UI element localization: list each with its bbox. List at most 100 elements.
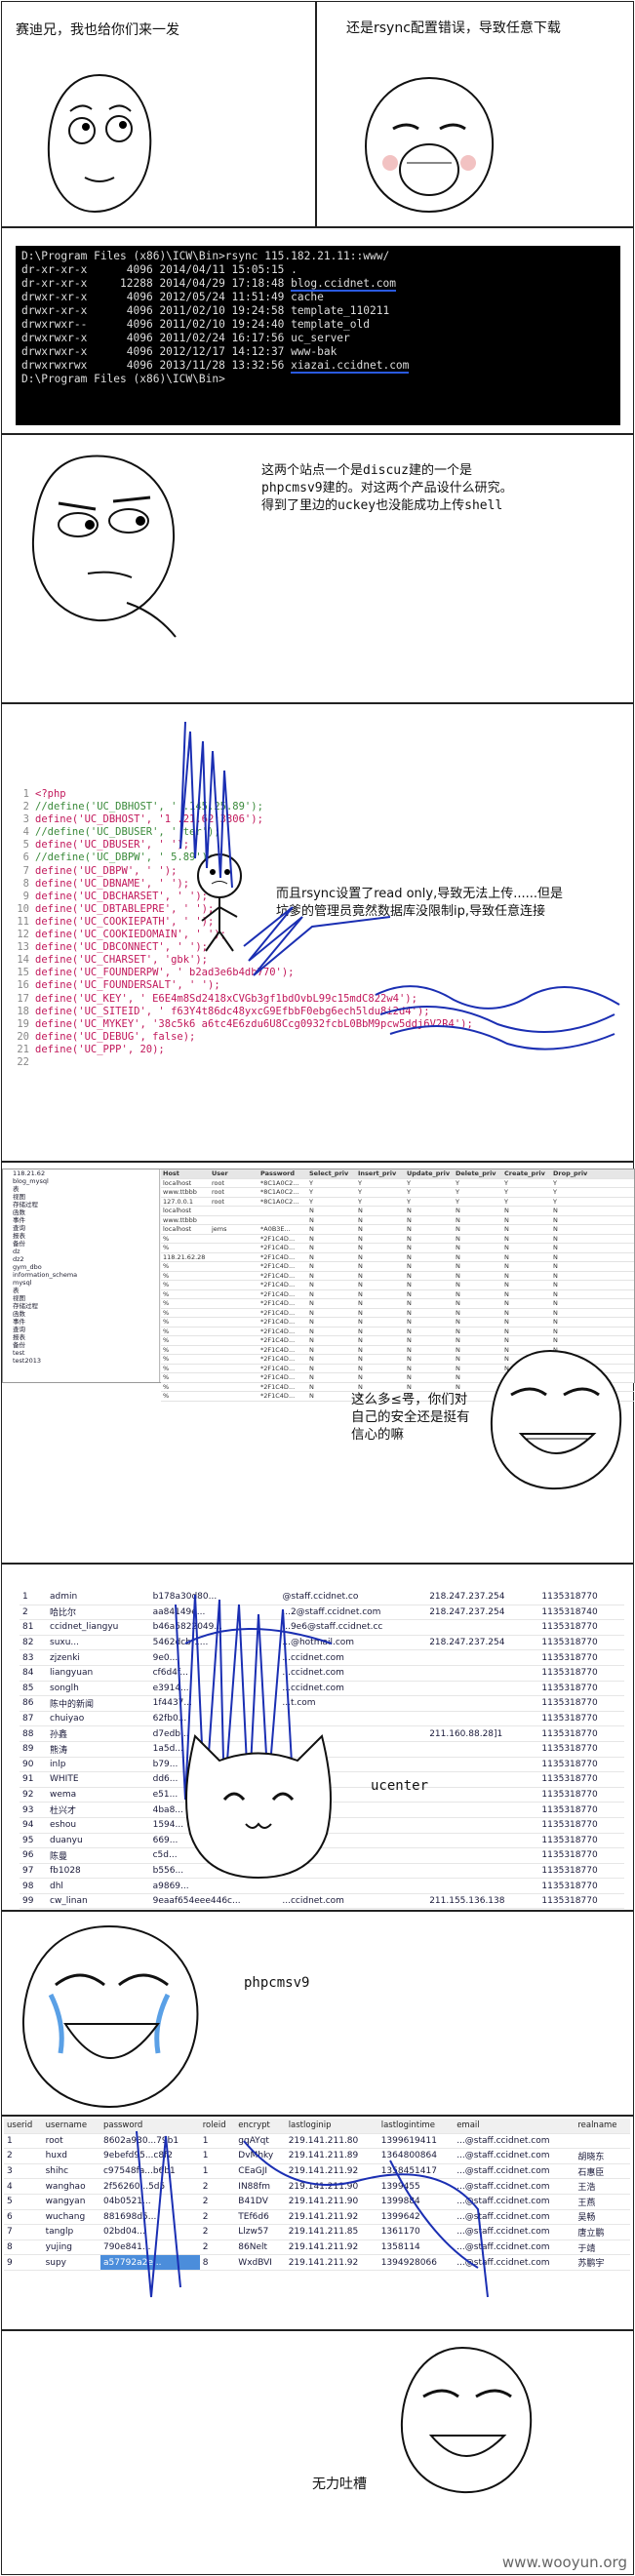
grid-row: % *2F1C4D... N N N N N N	[161, 1289, 634, 1299]
phpcms-row: 7 tanglp 02bd04... 2 Llzw57 219.141.211.85 136…	[4, 2224, 630, 2240]
grid-cell: %	[163, 1392, 170, 1400]
grid-cell: N	[553, 1327, 558, 1335]
code-text: define('UC_FOUNDERSALT', ' ');	[35, 979, 220, 992]
grid-cell: N	[309, 1327, 314, 1335]
phpcms-cell: 苏鹏宇	[575, 2254, 630, 2271]
grid-cell: *2F1C4D...	[260, 1234, 296, 1243]
thinking-face-icon	[31, 455, 177, 638]
grid-header-cell: Delete_priv	[456, 1169, 496, 1177]
grid-cell: N	[504, 1336, 509, 1344]
db-tree-item: 备份	[13, 1240, 25, 1248]
grid-cell: N	[358, 1336, 363, 1344]
terminal-prompt: D:\Program Files (x86)\ICW\Bin>	[21, 373, 225, 385]
grid-row: % *2F1C4D... N N N N N N	[161, 1262, 634, 1272]
grid-cell: *2F1C4D...	[260, 1364, 296, 1372]
grid-cell: N	[553, 1234, 558, 1243]
grid-cell: N	[456, 1244, 460, 1251]
ucenter-cell: 1135318770	[538, 1817, 624, 1834]
code-line: 21 define('UC_PPP', 20);	[8, 1044, 632, 1056]
phpcms-cell: 86Nelt	[235, 2239, 286, 2256]
grid-cell: %	[163, 1327, 170, 1335]
grid-cell: N	[358, 1271, 363, 1280]
ucenter-cell: 1135318770	[538, 1619, 624, 1636]
ucenter-cell: 86	[20, 1695, 47, 1712]
grid-cell: Y	[553, 1178, 557, 1187]
ucenter-cell: ...t.com	[279, 1695, 427, 1712]
ucenter-cell: WHITE	[47, 1771, 150, 1788]
grid-cell: N	[407, 1327, 412, 1335]
grid-header-cell: Host	[163, 1169, 179, 1177]
phpcms-cell: 1399884	[377, 2194, 455, 2210]
phpcms-cell: DvMhky	[235, 2148, 286, 2164]
ucenter-cell: 99	[20, 1893, 47, 1910]
code-line: 18 define('UC_SITEID', ' f63Y4t86dc48yxcG…	[8, 1006, 632, 1018]
grid-cell: N	[504, 1281, 509, 1288]
grid-cell: N	[553, 1318, 558, 1326]
db-tree-item: dz2	[13, 1255, 24, 1263]
ucenter-cell: 218.247.237.254	[426, 1635, 539, 1651]
panel-3-caption: 这两个站点一个是discuz建的一个是phpcmsv9建的。对这两个产品设什么研…	[261, 463, 513, 513]
code-text: define('UC_DBHOST', '1 .21.62:3306');	[35, 813, 263, 826]
grid-cell: N	[456, 1252, 460, 1261]
grid-cell: N	[553, 1299, 558, 1307]
grid-cell: %	[163, 1289, 170, 1298]
grid-cell: *2F1C4D...	[260, 1392, 296, 1400]
grid-cell: N	[309, 1207, 314, 1214]
grid-cell: N	[456, 1308, 460, 1317]
db-tree-item: blog_mysql	[13, 1177, 49, 1185]
phpcms-cell: 219.141.211.92	[285, 2209, 378, 2226]
code-text: define('UC_PPP', 20);	[35, 1043, 165, 1055]
panel-9-caption: 无力吐槽	[312, 2477, 367, 2492]
db-tree-item: 事件	[13, 1216, 25, 1224]
terminal-row: drwxrwxr-x 4096 2011/02/24 16:17:56 uc_s…	[21, 332, 350, 344]
db-tree-item: 视图	[13, 1294, 25, 1302]
ucenter-cell: 1	[20, 1590, 47, 1605]
phpcms-cell: shihc	[42, 2163, 100, 2180]
db-tree-item: 表	[13, 1185, 20, 1193]
grid-header-cell: Update_priv	[407, 1169, 451, 1177]
terminal-row: dr-xr-xr-x 4096 2014/04/11 15:05:15 .	[21, 263, 298, 276]
ucenter-row: 82 suxu... 5462dcbf1... ...@hotmail.com 218.…	[20, 1635, 624, 1651]
grid-cell: N	[309, 1382, 314, 1391]
line-number: 22	[17, 1055, 29, 1068]
grid-cell: N	[407, 1207, 412, 1214]
grid-cell: N	[407, 1252, 412, 1261]
grid-cell: Y	[553, 1197, 557, 1206]
ucenter-cell: dhl	[47, 1878, 150, 1894]
code-line: 7 define('UC_DBPW', ' ');	[8, 865, 632, 878]
grid-cell: N	[504, 1299, 509, 1307]
grid-header-cell: User	[212, 1169, 228, 1177]
grid-cell: N	[504, 1271, 509, 1280]
ucenter-cell: 94	[20, 1817, 47, 1834]
phpcms-cell: 219.141.211.90	[285, 2194, 378, 2210]
grid-cell: N	[407, 1289, 412, 1298]
comic-panel-3: 这两个站点一个是discuz建的一个是phpcmsv9建的。对这两个产品设什么研…	[1, 434, 634, 703]
line-number: 1	[22, 788, 29, 800]
ucenter-cell: admin	[47, 1590, 150, 1605]
phpcms-cell: ...@staff.ccidnet.com	[454, 2194, 575, 2210]
grid-cell: N	[358, 1225, 363, 1233]
grid-cell: N	[407, 1308, 412, 1317]
phpcms-cell: 881698d5...	[99, 2209, 200, 2226]
grid-cell: N	[358, 1318, 363, 1326]
grid-cell: N	[358, 1215, 363, 1224]
grid-row: www.ttbbb N N N N N N	[161, 1215, 634, 1225]
phpcms-row: 4 wanghao 2f56260...5d5 2 IN88fm 219.141.211.…	[4, 2178, 630, 2195]
code-line: 12 define('UC_COOKIEDOMAIN', ' ');	[8, 929, 632, 941]
phpcms-cell: 1358114	[377, 2239, 455, 2256]
db-tree-item: 事件	[13, 1318, 25, 1326]
grid-cell: *2F1C4D...	[260, 1373, 296, 1381]
panel-5-caption: 这么多≤号，你们对自己的安全还是挺有信心的嘛	[351, 1392, 470, 1443]
terminal-entry-name: cache	[291, 291, 324, 303]
terminal-entry-name: www-bak	[291, 345, 337, 358]
grid-cell: N	[553, 1252, 558, 1261]
code-line: 22	[8, 1056, 632, 1069]
grid-cell	[210, 1244, 258, 1252]
grid-row: % *2F1C4D... N N N N N N	[161, 1318, 634, 1328]
grid-header-cell: Insert_priv	[358, 1169, 397, 1177]
phpcms-cell: yujing	[42, 2239, 100, 2256]
code-line: 14 define('UC_CHARSET', 'gbk');	[8, 954, 632, 967]
ucenter-cell: 1135318770	[538, 1833, 624, 1849]
ucenter-cell: 1135318740	[538, 1605, 624, 1621]
ucenter-cell: 91	[20, 1771, 47, 1788]
